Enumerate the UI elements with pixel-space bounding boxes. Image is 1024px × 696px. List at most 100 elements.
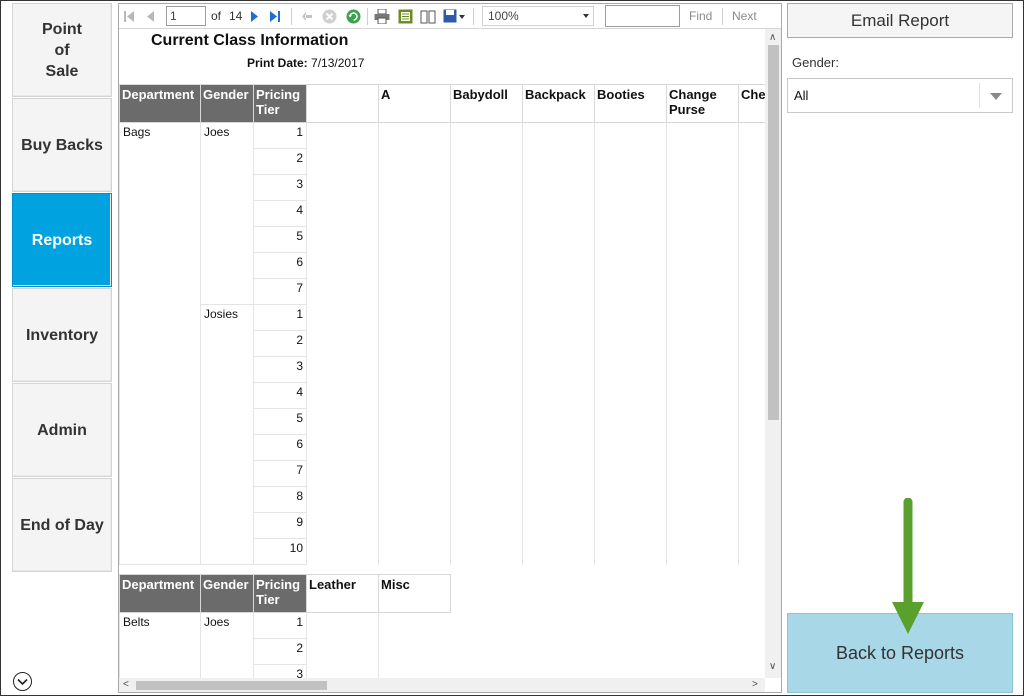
value-cell — [522, 356, 595, 383]
scrollbar-thumb[interactable] — [768, 45, 779, 420]
pricing-tier-cell: 2 — [253, 330, 307, 357]
value-cell — [378, 664, 451, 678]
col-header-gender: Gender — [200, 574, 254, 613]
value-cell — [306, 278, 379, 305]
col-header-pricing-tier: Pricing Tier — [253, 574, 307, 613]
value-cell — [306, 664, 379, 678]
page-of-label: of — [211, 9, 222, 23]
prev-page-icon[interactable] — [145, 8, 155, 25]
zoom-select[interactable]: 100% — [482, 6, 594, 26]
value-cell — [522, 174, 595, 201]
value-cell — [306, 304, 379, 331]
col-header-pricing-tier: Pricing Tier — [253, 84, 307, 123]
nav-label: Inventory — [25, 326, 98, 344]
print-layout-icon[interactable] — [396, 8, 414, 25]
value-cell — [306, 148, 379, 175]
last-page-icon[interactable] — [269, 8, 281, 25]
export-icon[interactable] — [442, 8, 466, 25]
gender-label: Gender: — [792, 55, 839, 70]
nav-inventory-button[interactable]: Inventory — [12, 288, 112, 382]
gender-cell: Josies — [200, 304, 254, 565]
value-cell — [738, 200, 765, 227]
chevron-down-icon — [990, 93, 1002, 100]
col-header-check-co: Chec k Co — [738, 84, 765, 123]
pricing-tier-cell: 6 — [253, 434, 307, 461]
nav-buy-backs-button[interactable]: Buy Backs — [12, 98, 112, 192]
next-page-icon[interactable] — [249, 8, 259, 25]
horizontal-scrollbar[interactable]: < > — [119, 678, 765, 692]
first-page-icon[interactable] — [123, 8, 135, 25]
table-row: Josies 1 — [120, 304, 765, 565]
value-cell — [306, 122, 379, 149]
value-cell — [738, 278, 765, 305]
report-viewer: 1 of 14 100% Find Next Current Class Inf… — [118, 3, 782, 693]
nav-label: Point of Sale — [42, 20, 82, 80]
value-cell — [738, 512, 765, 539]
value-cell — [450, 512, 523, 539]
vertical-scrollbar[interactable]: ∧ ∨ — [765, 29, 781, 678]
value-cell — [450, 382, 523, 409]
value-cell — [378, 226, 451, 253]
print-icon[interactable] — [373, 8, 391, 25]
nav-point-of-sale-button[interactable]: Point of Sale — [12, 3, 112, 97]
scroll-left-icon[interactable]: < — [123, 680, 129, 690]
value-cell — [666, 330, 739, 357]
value-cell — [738, 486, 765, 513]
nav-end-of-day-button[interactable]: End of Day — [12, 478, 112, 572]
table-row: Belts Joes 1 — [119, 612, 451, 678]
value-cell — [522, 382, 595, 409]
pricing-tier-cell: 5 — [253, 408, 307, 435]
page-setup-icon[interactable] — [419, 8, 437, 25]
value-cell — [378, 356, 451, 383]
nav-label: Admin — [37, 421, 87, 439]
value-cell — [450, 200, 523, 227]
scrollbar-thumb[interactable] — [136, 681, 327, 690]
col-header-change-purse: Change Purse — [666, 84, 739, 123]
chevron-down-circle-icon[interactable] — [13, 672, 32, 691]
pricing-tier-cell: 7 — [253, 460, 307, 487]
value-cell — [522, 330, 595, 357]
scroll-right-icon[interactable]: > — [752, 680, 758, 690]
next-link[interactable]: Next — [732, 9, 757, 23]
value-cell — [378, 278, 451, 305]
value-cell — [306, 512, 379, 539]
value-cell — [306, 434, 379, 461]
scroll-down-icon[interactable]: ∨ — [769, 662, 776, 672]
value-cell — [738, 252, 765, 279]
value-cell — [738, 356, 765, 383]
value-cell — [378, 252, 451, 279]
nav-label: End of Day — [20, 516, 104, 534]
refresh-icon[interactable] — [345, 8, 361, 25]
value-cell — [594, 226, 667, 253]
col-header-backpack: Backpack — [522, 84, 595, 123]
pricing-tier-cell: 4 — [253, 200, 307, 227]
value-cell — [738, 226, 765, 253]
pricing-tier-cell: 6 — [253, 252, 307, 279]
value-cell — [738, 304, 765, 331]
value-cell — [594, 252, 667, 279]
stop-icon[interactable] — [321, 8, 337, 25]
value-cell — [306, 382, 379, 409]
back-icon[interactable] — [301, 8, 313, 25]
nav-reports-button[interactable]: Reports — [12, 193, 112, 287]
value-cell — [450, 486, 523, 513]
report-toolbar: 1 of 14 100% Find Next — [119, 4, 781, 29]
pricing-tier-cell: 2 — [253, 638, 307, 665]
nav-admin-button[interactable]: Admin — [12, 383, 112, 477]
value-cell — [522, 486, 595, 513]
find-input[interactable] — [605, 5, 680, 27]
scroll-up-icon[interactable]: ∧ — [769, 33, 776, 43]
pricing-tier-cell: 10 — [253, 538, 307, 565]
value-cell — [378, 200, 451, 227]
page-total: 14 — [229, 9, 243, 23]
gender-select[interactable]: All — [787, 78, 1013, 113]
value-cell — [378, 538, 451, 565]
find-link[interactable]: Find — [689, 9, 712, 23]
print-date-value: 7/13/2017 — [311, 56, 365, 70]
value-cell — [594, 460, 667, 487]
page-number-input[interactable]: 1 — [166, 6, 206, 26]
email-report-button[interactable]: Email Report — [787, 3, 1013, 38]
col-header-gender: Gender — [200, 84, 254, 123]
value-cell — [522, 304, 595, 331]
value-cell — [378, 304, 451, 331]
